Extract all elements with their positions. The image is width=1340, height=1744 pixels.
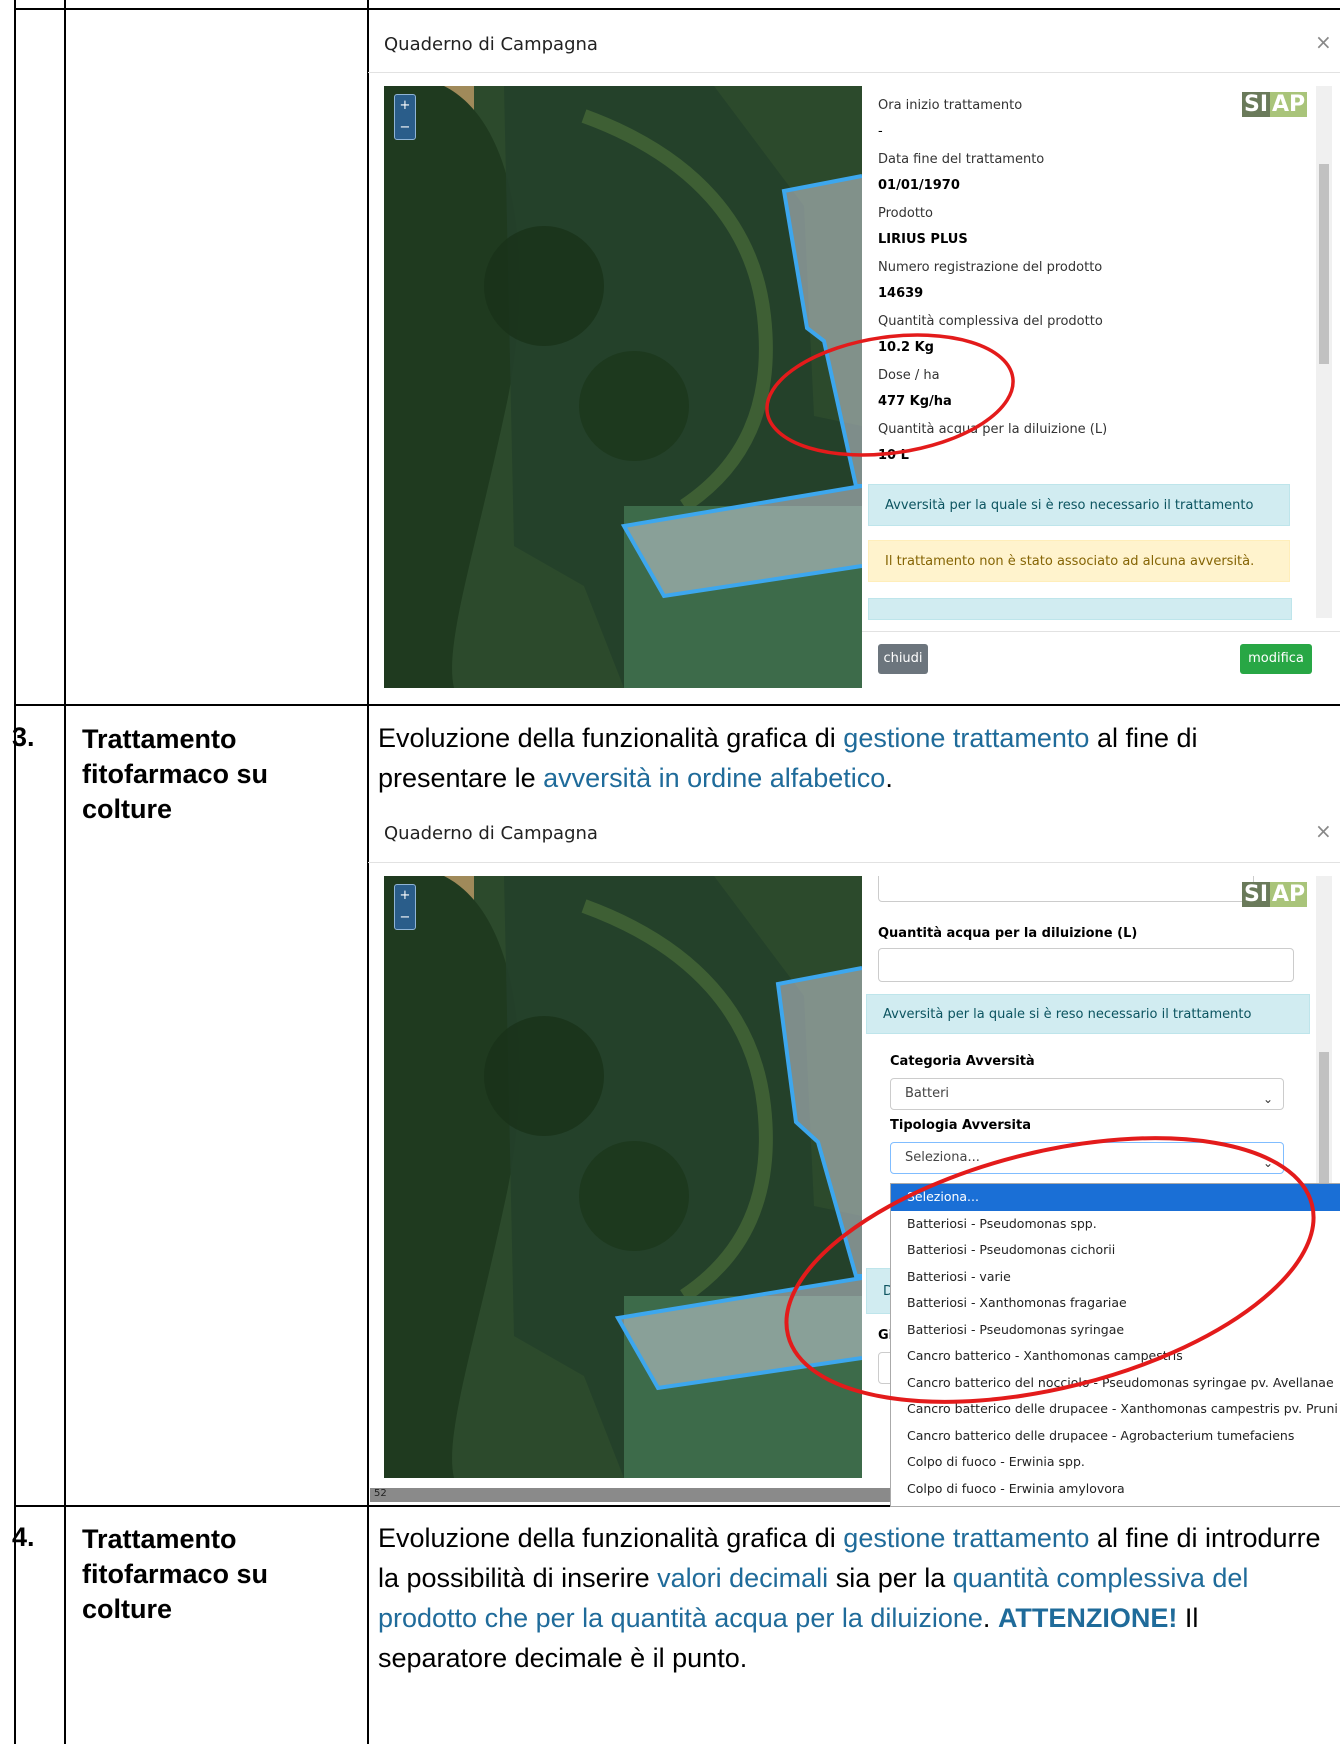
table-border-left bbox=[14, 0, 16, 1744]
table-row-divider bbox=[14, 704, 1340, 706]
close-icon[interactable]: × bbox=[1315, 819, 1332, 843]
field-value: LIRIUS PLUS bbox=[878, 232, 968, 247]
scrollbar-thumb[interactable] bbox=[1319, 164, 1329, 364]
map-zoom-control: + − bbox=[394, 94, 416, 140]
footer-divider bbox=[862, 631, 1340, 632]
row-title: Trattamento fitofarmaco su colture bbox=[82, 724, 269, 824]
modal-divider bbox=[368, 862, 1340, 863]
siap-logo: SI AP bbox=[1242, 92, 1308, 117]
panel-scrollbar[interactable] bbox=[1316, 86, 1332, 618]
type-label: Tipologia Avversita bbox=[890, 1118, 1031, 1133]
modal-divider bbox=[368, 72, 1340, 73]
no-adversity-warning: Il trattamento non è stato associato ad … bbox=[868, 540, 1290, 582]
field-value: - bbox=[878, 124, 883, 139]
info-alert-partial bbox=[868, 598, 1292, 620]
zoom-out-button[interactable]: − bbox=[395, 907, 415, 929]
modal-title: Quaderno di Campagna bbox=[384, 823, 598, 844]
water-quantity-label: Quantità acqua per la diluizione (L) bbox=[878, 926, 1138, 941]
dropdown-option[interactable]: Cancro batterico delle drupacee - Agroba… bbox=[891, 1423, 1340, 1450]
field-label: Numero registrazione del prodotto bbox=[878, 260, 1103, 275]
table-border-col2 bbox=[367, 0, 369, 1744]
field-value: 14639 bbox=[878, 286, 924, 301]
water-quantity-input[interactable] bbox=[878, 948, 1294, 982]
row-description: Evoluzione della funzionalità grafica di… bbox=[378, 1523, 1321, 1673]
category-select[interactable]: Batteri ⌄ bbox=[890, 1078, 1284, 1110]
row-description: Evoluzione della funzionalità grafica di… bbox=[378, 723, 1198, 793]
table-border-col1 bbox=[64, 0, 66, 1744]
close-button[interactable]: chiudi bbox=[878, 644, 928, 674]
field-label: Prodotto bbox=[878, 206, 933, 221]
dropdown-option[interactable]: Colpo di fuoco - Erwinia amylovora bbox=[891, 1476, 1340, 1503]
annotation-circle bbox=[765, 333, 1015, 457]
map-zoom-control: + − bbox=[394, 884, 416, 930]
row-number: 3. bbox=[12, 722, 35, 752]
row-number: 4. bbox=[12, 1522, 35, 1552]
page-number: 52 bbox=[374, 1488, 387, 1499]
siap-logo: SI AP bbox=[1242, 882, 1308, 907]
modal-title: Quaderno di Campagna bbox=[384, 34, 598, 55]
field-label: Ora inizio trattamento bbox=[878, 98, 1023, 113]
zoom-out-button[interactable]: − bbox=[395, 117, 415, 139]
category-label: Categoria Avversità bbox=[890, 1054, 1035, 1069]
annotation-circle bbox=[784, 1136, 1316, 1404]
dropdown-option[interactable]: Colpo di fuoco - Erwinia spp. bbox=[891, 1449, 1340, 1476]
bottom-scrollbar[interactable]: 52 bbox=[370, 1488, 890, 1502]
row-title: Trattamento fitofarmaco su colture bbox=[82, 1524, 269, 1624]
chevron-down-icon: ⌄ bbox=[1262, 1092, 1273, 1106]
close-icon[interactable]: × bbox=[1315, 30, 1332, 54]
table-row-divider bbox=[14, 8, 1340, 10]
adversity-info-alert: Avversità per la quale si è reso necessa… bbox=[866, 994, 1310, 1034]
zoom-in-button[interactable]: + bbox=[395, 95, 415, 117]
zoom-in-button[interactable]: + bbox=[395, 885, 415, 907]
field-value: 01/01/1970 bbox=[878, 178, 960, 193]
adversity-info-alert: Avversità per la quale si è reso necessa… bbox=[868, 484, 1290, 526]
field-label: Data fine del trattamento bbox=[878, 152, 1045, 167]
previous-input[interactable] bbox=[878, 876, 1254, 902]
field-label: Quantità complessiva del prodotto bbox=[878, 314, 1103, 329]
edit-button[interactable]: modifica bbox=[1240, 644, 1312, 674]
